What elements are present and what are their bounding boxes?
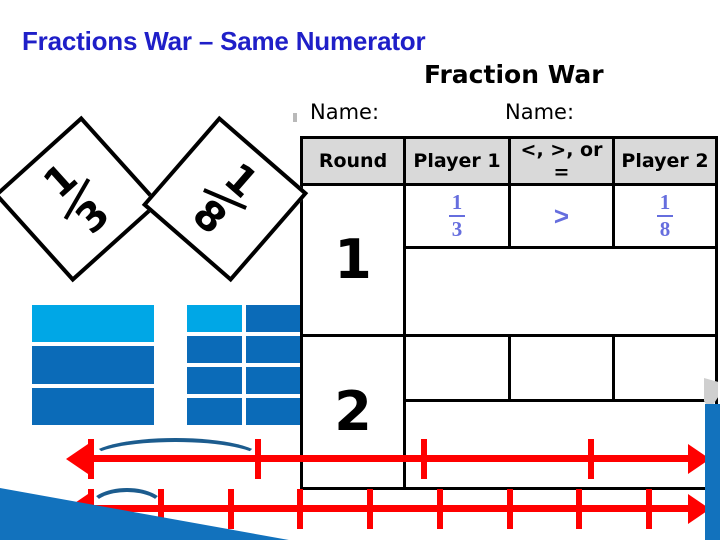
- number-line-tick: [297, 489, 304, 529]
- edge-marker: [293, 113, 297, 122]
- number-line-tick: [227, 489, 234, 529]
- player1-name-label: Name:: [310, 100, 380, 124]
- bar-segment: [187, 398, 242, 425]
- slide-canvas: Fractions War – Same Numerator Fraction …: [0, 0, 720, 540]
- bar-segment: [32, 346, 154, 384]
- round-number-1: 1: [300, 183, 406, 337]
- bar-segment: [187, 336, 242, 363]
- header-round: Round: [300, 136, 406, 186]
- bar-segment: [32, 305, 154, 343]
- fraction-card-one-third[interactable]: 1 3: [0, 115, 161, 283]
- round1-symbol-cell[interactable]: >: [508, 183, 615, 249]
- round2-blank-cell[interactable]: [403, 399, 718, 490]
- card-fraction: 1 8: [183, 154, 267, 244]
- bar-segment: [245, 367, 300, 394]
- fraction-card-one-eighth[interactable]: 1 8: [141, 115, 309, 283]
- fraction-one-eighth: 1 8: [657, 191, 673, 240]
- bar-segment: [245, 305, 300, 332]
- table-row: 1 1 3 > 1 8: [300, 183, 718, 337]
- bar-segment: [32, 387, 154, 425]
- number-line-eighths: [66, 488, 710, 529]
- comparison-symbol: >: [553, 200, 570, 231]
- number-line-tick: [506, 489, 513, 529]
- bar-model-eighths: [187, 305, 300, 425]
- decorative-accent-bar: [705, 404, 720, 540]
- bar-segment: [245, 336, 300, 363]
- number-line-tick: [588, 439, 594, 479]
- round2-symbol-cell[interactable]: [508, 334, 615, 402]
- bar-segment: [187, 305, 242, 332]
- number-line-tick: [646, 489, 653, 529]
- number-line-tick: [421, 439, 428, 479]
- header-player1: Player 1: [403, 136, 511, 186]
- number-line-thirds: [66, 438, 710, 479]
- header-player2: Player 2: [612, 136, 718, 186]
- round2-player1-cell[interactable]: [403, 334, 511, 402]
- fraction-war-table: Round Player 1 <, >, or = Player 2 1 1 3…: [300, 136, 718, 490]
- round1-player1-cell[interactable]: 1 3: [403, 183, 511, 249]
- table-row: 2: [300, 334, 718, 490]
- bar-segment: [245, 398, 300, 425]
- number-line-tick: [576, 489, 583, 529]
- fraction-one-third: 1 3: [449, 191, 465, 240]
- header-symbol: <, >, or =: [508, 136, 615, 186]
- round-number-2: 2: [300, 334, 406, 490]
- jump-arc: [88, 438, 263, 480]
- round1-player2-cell[interactable]: 1 8: [612, 183, 718, 249]
- worksheet-title: Fraction War: [424, 60, 604, 89]
- player2-name-label: Name:: [505, 100, 575, 124]
- round2-player2-cell[interactable]: [612, 334, 718, 402]
- table-header-row: Round Player 1 <, >, or = Player 2: [300, 136, 718, 186]
- number-line-tick: [367, 489, 374, 529]
- card-fraction: 1 3: [35, 154, 119, 244]
- bar-model-thirds: [32, 305, 154, 425]
- arrow-left-icon: [66, 444, 88, 474]
- page-title: Fractions War – Same Numerator: [22, 26, 426, 56]
- bar-segment: [187, 367, 242, 394]
- round1-blank-cell[interactable]: [403, 246, 718, 337]
- number-line-tick: [436, 489, 443, 529]
